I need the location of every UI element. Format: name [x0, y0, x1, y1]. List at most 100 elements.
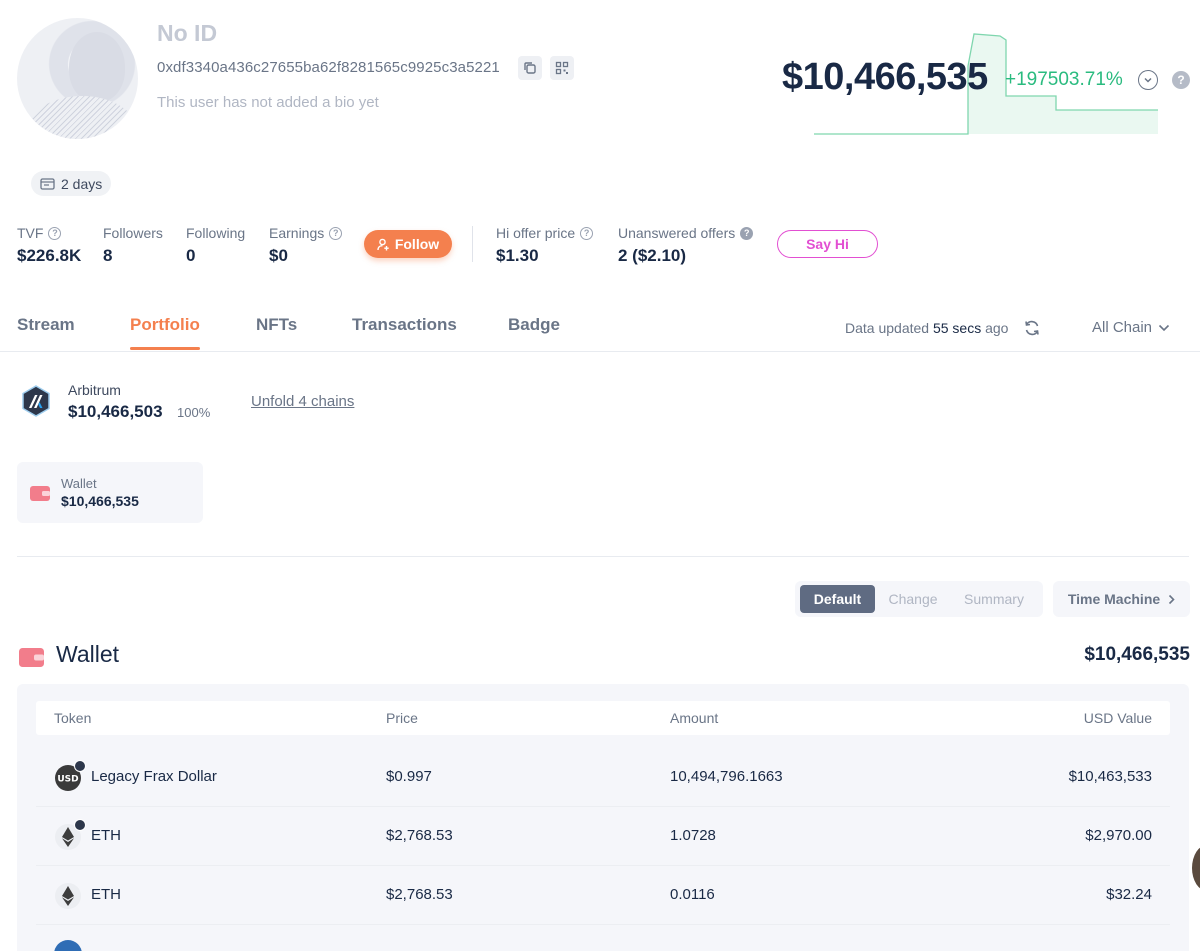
data-updated-text: Data updated 55 secs ago — [845, 320, 1008, 336]
stat-tvf-label: TVF — [17, 225, 44, 241]
calendar-icon — [40, 178, 55, 190]
tabs-divider — [0, 351, 1200, 352]
token-amount: 10,494,796.1663 — [670, 768, 783, 785]
tab-nfts[interactable]: NFTs — [256, 315, 297, 335]
column-header-usd-value[interactable]: USD Value — [1084, 710, 1152, 726]
tab-stream[interactable]: Stream — [17, 315, 75, 335]
stat-hi-offer-value: $1.30 — [496, 246, 539, 265]
view-default-button[interactable]: Default — [800, 585, 875, 613]
stat-unanswered: Unanswered offers? 2 ($2.10) — [618, 224, 754, 266]
refresh-icon[interactable] — [1023, 319, 1041, 337]
token-table: Token Price Amount USD Value USD Legacy … — [17, 684, 1189, 951]
question-icon[interactable]: ? — [580, 226, 594, 240]
wallet-icon — [19, 648, 44, 667]
arbitrum-badge-icon — [74, 760, 86, 772]
wallet-card-label: Wallet — [61, 476, 97, 491]
tab-transactions[interactable]: Transactions — [352, 315, 457, 335]
data-updated-prefix: Data updated — [845, 320, 930, 336]
account-age-badge: 2 days — [31, 171, 112, 196]
avatar — [17, 18, 138, 139]
time-machine-button[interactable]: Time Machine — [1053, 581, 1190, 617]
wallet-section-title: Wallet — [56, 641, 120, 667]
stat-unanswered-label: Unanswered offers — [618, 225, 736, 241]
column-header-price[interactable]: Price — [386, 710, 418, 726]
token-amount: 0.0116 — [670, 886, 715, 903]
floating-chat-icon[interactable] — [1192, 845, 1200, 891]
follow-button[interactable]: Follow — [364, 230, 452, 258]
table-row[interactable]: USD Legacy Frax Dollar $0.997 10,494,796… — [36, 748, 1170, 807]
table-row[interactable]: ETH $2,768.53 0.0116 $32.24 — [36, 866, 1170, 925]
column-header-amount[interactable]: Amount — [670, 710, 718, 726]
unfold-chains-link[interactable]: Unfold 4 chains — [251, 393, 354, 410]
stat-hi-offer: Hi offer price? $1.30 — [496, 224, 594, 266]
token-icon-partial — [54, 940, 82, 951]
view-change-button[interactable]: Change — [875, 585, 951, 613]
net-worth-value: $10,466,535 — [782, 56, 988, 98]
question-icon[interactable]: ? — [740, 226, 754, 240]
wallet-card-value: $10,466,535 — [61, 493, 139, 509]
usd-icon-text: USD — [57, 775, 78, 785]
account-age: 2 days — [61, 175, 103, 192]
eth-icon — [54, 882, 82, 910]
chain-name: Arbitrum — [68, 382, 121, 398]
token-name: ETH — [91, 886, 121, 903]
net-worth-change: +197503.71% — [1005, 69, 1123, 90]
token-usd-value: $2,970.00 — [1085, 827, 1152, 844]
stat-earnings: Earnings? $0 — [269, 224, 343, 266]
token-price: $0.997 — [386, 768, 432, 785]
chevron-down-icon — [1158, 324, 1170, 331]
arbitrum-badge-icon — [74, 819, 86, 831]
wallet-address: 0xdf3340a436c27655ba62f8281565c9925c3a52… — [157, 59, 500, 76]
wallet-section-total: $10,466,535 — [1084, 644, 1190, 665]
stats-divider — [472, 226, 473, 262]
chevron-right-icon — [1169, 594, 1175, 604]
wallet-protocol-card[interactable]: Wallet $10,466,535 — [17, 462, 203, 523]
token-name: Legacy Frax Dollar — [91, 768, 217, 785]
table-row[interactable]: ETH $2,768.53 1.0728 $2,970.00 — [36, 807, 1170, 866]
copy-icon[interactable] — [518, 56, 542, 80]
say-hi-button[interactable]: Say Hi — [777, 230, 878, 258]
tab-badge[interactable]: Badge — [508, 315, 560, 335]
chain-value: $10,466,503 — [68, 402, 163, 421]
time-machine-label: Time Machine — [1067, 591, 1161, 607]
view-mode-switch: Default Change Summary — [795, 581, 1043, 617]
chevron-down-icon[interactable] — [1138, 70, 1158, 90]
chain-filter-label: All Chain — [1092, 319, 1153, 336]
stat-followers-label: Followers — [103, 225, 163, 241]
token-amount: 1.0728 — [670, 827, 716, 844]
follow-button-label: Follow — [394, 236, 440, 252]
stat-following-value: 0 — [186, 246, 196, 265]
chain-filter-dropdown[interactable]: All Chain — [1092, 319, 1170, 336]
tab-portfolio[interactable]: Portfolio — [130, 315, 200, 335]
profile-bio: This user has not added a bio yet — [157, 94, 379, 111]
token-price: $2,768.53 — [386, 827, 453, 844]
wallet-icon — [30, 486, 50, 501]
arbitrum-logo-icon — [22, 385, 50, 417]
section-divider — [17, 556, 1189, 557]
eth-icon — [54, 819, 86, 851]
token-name: ETH — [91, 827, 121, 844]
stat-hi-offer-label: Hi offer price — [496, 225, 576, 241]
stat-following[interactable]: Following 0 — [186, 224, 245, 266]
view-summary-button[interactable]: Summary — [951, 585, 1037, 613]
usd-icon: USD — [54, 760, 86, 792]
chain-percent: 100% — [177, 405, 211, 420]
data-updated-time: 55 secs — [932, 320, 982, 336]
help-icon[interactable]: ? — [1172, 71, 1190, 89]
active-tab-indicator — [130, 347, 200, 350]
stat-followers-value: 8 — [103, 246, 113, 265]
question-icon[interactable]: ? — [329, 226, 343, 240]
token-usd-value: $10,463,533 — [1068, 768, 1152, 785]
column-header-token[interactable]: Token — [54, 710, 91, 726]
profile-name: No ID — [157, 20, 218, 46]
stat-unanswered-value: 2 ($2.10) — [618, 246, 687, 265]
stat-followers[interactable]: Followers 8 — [103, 224, 163, 266]
stat-earnings-value: $0 — [269, 246, 288, 265]
stat-earnings-label: Earnings — [269, 225, 325, 241]
token-price: $2,768.53 — [386, 886, 453, 903]
question-icon[interactable]: ? — [48, 226, 62, 240]
qr-code-icon[interactable] — [550, 56, 574, 80]
stat-following-label: Following — [186, 225, 246, 241]
token-usd-value: $32.24 — [1106, 886, 1152, 903]
stat-tvf-value: $226.8K — [17, 246, 82, 265]
